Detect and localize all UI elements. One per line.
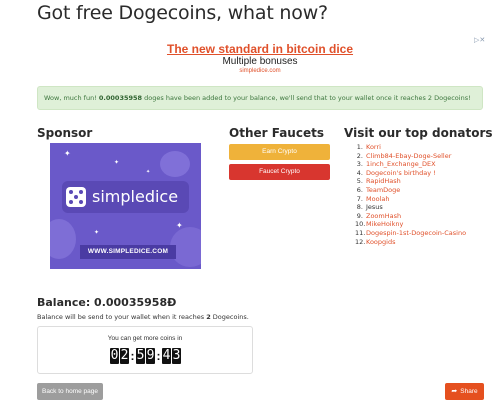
sparkle-icon: ✦	[176, 221, 183, 230]
timer-separator: :	[156, 348, 161, 363]
timer-digit: 5	[136, 347, 145, 364]
timer-digit: 2	[120, 347, 129, 364]
sponsor-url: WWW.SIMPLEDICE.COM	[80, 245, 176, 259]
donator-item[interactable]: 2. Climb84-Ebay-Doge-Seller	[355, 152, 466, 161]
earn-crypto-button[interactable]: Earn Crypto	[229, 144, 330, 160]
countdown-panel: You can get more coins in 0 2 : 5 9 : 4 …	[37, 326, 253, 374]
alert-prefix: Wow, much fun!	[44, 94, 99, 102]
success-alert: Wow, much fun! 0.00035958 doges have bee…	[37, 86, 483, 110]
sponsor-name: simpledice	[92, 187, 179, 206]
balance-title: Balance: 0.00035958Đ	[37, 296, 177, 309]
timer-digit: 0	[110, 347, 119, 364]
share-label: Share	[460, 388, 478, 395]
sparkle-icon: ✦	[114, 160, 120, 166]
die-decoration-icon	[50, 219, 76, 259]
ad-headline-link[interactable]: The new standard in bitcoin dice	[160, 42, 360, 56]
timer-digit: 4	[162, 347, 171, 364]
dice-icon	[66, 187, 86, 207]
alert-suffix: doges have been added to your balance, w…	[142, 94, 471, 102]
donator-item[interactable]: 12.Koopgids	[355, 238, 466, 247]
donator-item[interactable]: 5. RapidHash	[355, 177, 466, 186]
die-decoration-icon	[160, 151, 190, 177]
ad-url-link[interactable]: simpledice.com	[160, 68, 360, 74]
timer-digit: 9	[146, 347, 155, 364]
back-home-button[interactable]: Back to home page	[37, 383, 103, 400]
donators-heading: Visit our top donators	[344, 126, 493, 140]
sponsor-banner[interactable]: ✦ ✦ ✦ ✦ ✦ simpledice WWW.SIMPLEDICE.COM	[50, 143, 201, 269]
sponsor-heading: Sponsor	[37, 126, 93, 140]
donator-item[interactable]: 4. Dogecoin's birthday !	[355, 169, 466, 178]
page-title: Got free Dogecoins, what now?	[37, 2, 328, 24]
timer-separator: :	[130, 348, 135, 363]
donator-item[interactable]: 11.Dogespin-1st-Dogecoin-Casino	[355, 229, 466, 238]
countdown-timer: 0 2 : 5 9 : 4 3	[110, 347, 182, 364]
donators-list: 1. Korri 2. Climb84-Ebay-Doge-Seller 3. 1in…	[355, 143, 466, 246]
ad-subline: Multiple bonuses	[222, 56, 298, 67]
donator-item[interactable]: 7. Moolah	[355, 195, 466, 204]
ad-banner[interactable]: The new standard in bitcoin dice Multipl…	[160, 42, 360, 74]
donator-item[interactable]: 10.MikeHoikny	[355, 220, 466, 229]
donator-item[interactable]: 9. ZoomHash	[355, 212, 466, 221]
adchoices-icon[interactable]: ▷✕	[474, 36, 485, 44]
sparkle-icon: ✦	[64, 149, 71, 158]
balance-note: Balance will be send to your wallet when…	[37, 313, 249, 321]
alert-amount: 0.00035958	[98, 94, 143, 102]
timer-digit: 3	[172, 347, 181, 364]
donator-item[interactable]: 1. Korri	[355, 143, 466, 152]
donator-item[interactable]: 8. Jesus	[355, 203, 466, 212]
donator-item[interactable]: 3. 1inch_Exchange_DEX	[355, 160, 466, 169]
sparkle-icon: ✦	[146, 169, 151, 175]
donator-item[interactable]: 6. TeamDoge	[355, 186, 466, 195]
share-icon: ➦	[451, 388, 458, 395]
sparkle-icon: ✦	[94, 230, 100, 236]
faucets-heading: Other Faucets	[229, 126, 324, 140]
faucet-crypto-button[interactable]: Faucet Crypto	[229, 164, 330, 180]
share-button[interactable]: ➦ Share	[445, 383, 484, 400]
countdown-label: You can get more coins in	[107, 335, 183, 342]
